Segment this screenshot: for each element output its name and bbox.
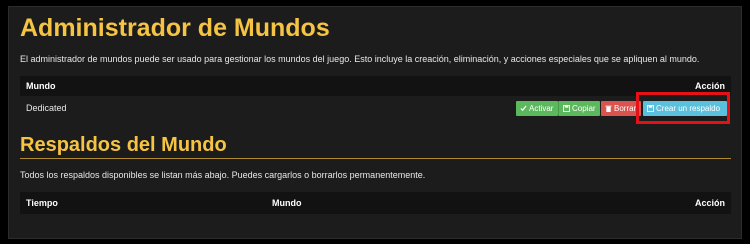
- backups-table-header: Tiempo Mundo Acción: [20, 192, 731, 214]
- column-action: Acción: [694, 81, 725, 91]
- trash-icon: [605, 105, 612, 112]
- main-panel: Administrador de Mundos El administrador…: [8, 6, 742, 239]
- worlds-table-header: Mundo Acción: [20, 76, 731, 96]
- column-world: Mundo: [26, 81, 56, 91]
- world-name: Dedicated: [26, 103, 67, 113]
- world-manager-description: El administrador de mundos puede ser usa…: [20, 54, 700, 64]
- activate-button-label: Activar: [529, 104, 554, 113]
- save-icon: [563, 105, 570, 112]
- check-icon: [520, 105, 527, 112]
- highlight-box: [636, 92, 730, 124]
- backups-description: Todos los respaldos disponibles se lista…: [20, 170, 426, 180]
- page-title: Administrador de Mundos: [20, 14, 330, 42]
- copy-button[interactable]: Copiar: [558, 101, 600, 116]
- column-world: Mundo: [272, 198, 302, 208]
- delete-button-label: Borrar: [614, 104, 637, 113]
- column-action: Acción: [694, 198, 725, 208]
- section-divider: [20, 158, 731, 159]
- copy-button-label: Copiar: [572, 104, 596, 113]
- activate-button[interactable]: Activar: [516, 101, 558, 116]
- column-time: Tiempo: [26, 198, 58, 208]
- backups-title: Respaldos del Mundo: [20, 134, 227, 156]
- table-row: Dedicated Activar Copiar Borrar Crear un…: [20, 96, 731, 122]
- delete-button[interactable]: Borrar: [601, 101, 641, 116]
